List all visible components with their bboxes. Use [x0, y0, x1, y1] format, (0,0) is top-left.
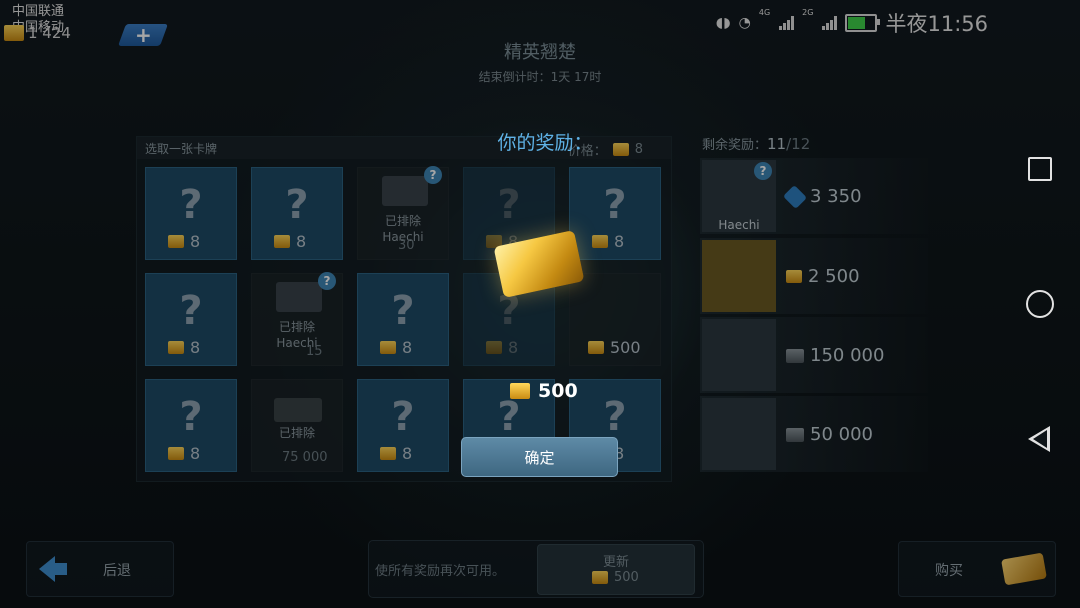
- confirm-button[interactable]: 确定: [461, 437, 618, 477]
- gold-bar-icon: [510, 383, 530, 399]
- modal-overlay: [0, 0, 1080, 608]
- back-triangle-icon[interactable]: [1028, 426, 1050, 452]
- recent-apps-icon[interactable]: [1028, 157, 1052, 181]
- reward-title: 你的奖励：: [497, 132, 593, 154]
- reward-amount-value: 500: [538, 380, 578, 402]
- home-icon[interactable]: [1026, 290, 1054, 318]
- reward-amount: 500: [510, 380, 578, 402]
